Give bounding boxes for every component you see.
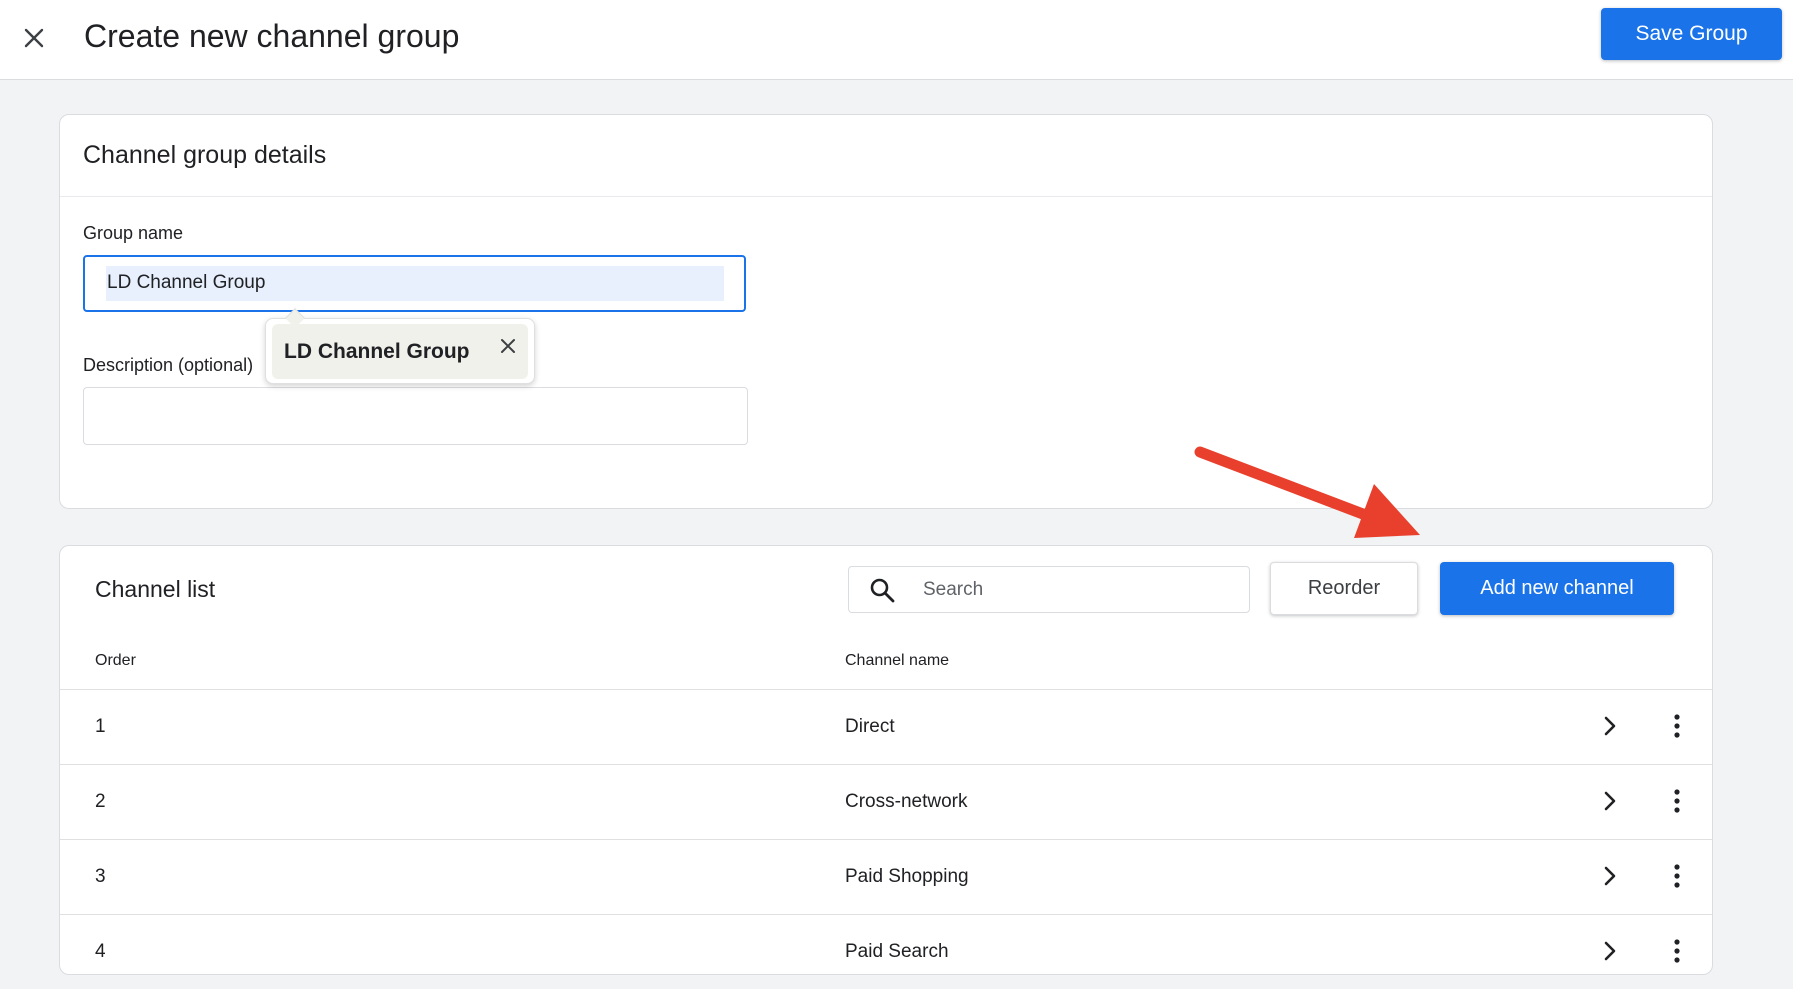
close-button[interactable]	[12, 16, 56, 60]
more-vert-icon[interactable]	[1665, 862, 1689, 890]
top-bar: Create new channel group Save Group	[0, 0, 1793, 80]
chevron-right-icon[interactable]	[1598, 864, 1622, 888]
group-name-label: Group name	[83, 223, 184, 243]
table-row[interactable]: 4 Paid Search	[60, 914, 1712, 989]
search-box[interactable]	[848, 566, 1250, 613]
column-header-channel-name: Channel name	[845, 652, 950, 669]
row-order: 3	[95, 866, 106, 887]
autofill-suggestion-popup: LD Channel Group	[265, 308, 535, 384]
row-channel-name: Cross-network	[845, 791, 968, 812]
chevron-right-icon[interactable]	[1598, 714, 1622, 738]
row-channel-name: Paid Search	[845, 941, 949, 962]
table-row[interactable]: 3 Paid Shopping	[60, 839, 1712, 914]
search-input[interactable]	[923, 577, 1223, 603]
chevron-right-icon[interactable]	[1598, 939, 1622, 963]
row-channel-name: Direct	[845, 716, 895, 737]
dismiss-suggestion-button[interactable]	[496, 334, 520, 358]
table-row[interactable]: 2 Cross-network	[60, 764, 1712, 839]
channel-rows: 1 Direct 2 Cross-network 3 Paid Shopping…	[60, 689, 1712, 989]
channel-group-details-card: Channel group details Group name LD Chan…	[59, 114, 1713, 509]
more-vert-icon[interactable]	[1665, 937, 1689, 965]
autofill-suggestion[interactable]: LD Channel Group	[272, 324, 528, 379]
description-input[interactable]	[83, 387, 748, 445]
page-title: Create new channel group	[84, 18, 460, 54]
group-name-value: LD Channel Group	[107, 272, 266, 293]
channel-list-card: Channel list Reorder Add new channel Ord…	[59, 545, 1713, 975]
close-icon	[501, 339, 515, 353]
table-row[interactable]: 1 Direct	[60, 689, 1712, 764]
more-vert-icon[interactable]	[1665, 712, 1689, 740]
channel-list-title: Channel list	[95, 576, 216, 602]
row-order: 1	[95, 716, 106, 737]
description-label: Description (optional)	[83, 355, 254, 375]
more-vert-icon[interactable]	[1665, 787, 1689, 815]
autofill-suggestion-text: LD Channel Group	[284, 339, 470, 363]
close-icon	[24, 28, 44, 48]
row-order: 2	[95, 791, 106, 812]
reorder-button[interactable]: Reorder	[1270, 562, 1418, 615]
column-header-order: Order	[95, 652, 136, 669]
save-group-button[interactable]: Save Group	[1601, 8, 1782, 60]
search-icon	[870, 578, 895, 603]
row-order: 4	[95, 941, 106, 962]
group-name-input[interactable]: LD Channel Group	[83, 255, 746, 312]
details-card-title: Channel group details	[60, 115, 1712, 197]
row-channel-name: Paid Shopping	[845, 866, 969, 887]
chevron-right-icon[interactable]	[1598, 789, 1622, 813]
add-new-channel-button[interactable]: Add new channel	[1440, 562, 1674, 615]
